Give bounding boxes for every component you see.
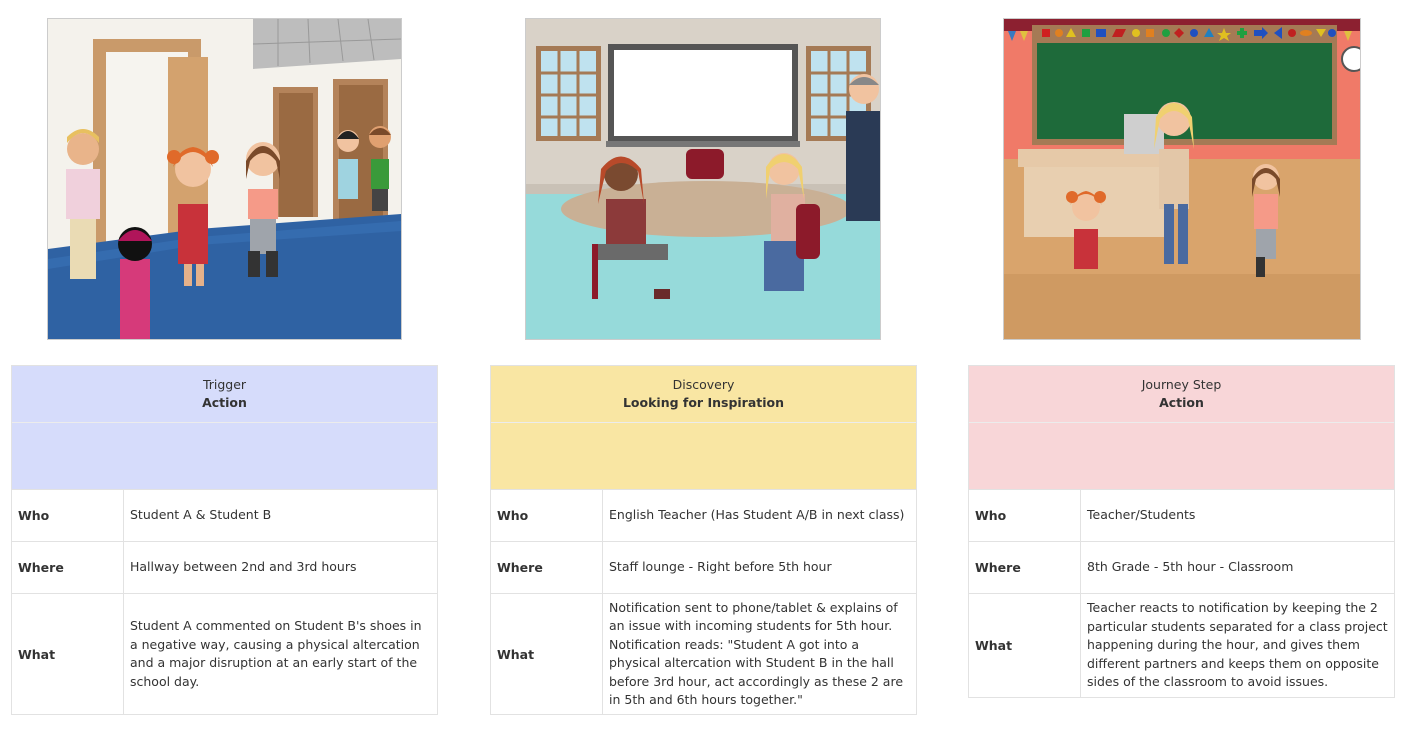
stage-label: Discovery [672,377,735,392]
where-label: Where [491,542,603,593]
what-row: What Teacher reacts to notification by k… [969,594,1394,697]
card-color-band [491,423,916,490]
who-label: Who [12,490,124,541]
stage-title: Action [1159,395,1204,410]
card-header: Discovery Looking for Inspiration [491,366,916,423]
hallway-scene-image [47,18,402,340]
who-row: Who Teacher/Students [969,490,1394,542]
journey-card-1: Trigger Action Who Student A & Student B… [11,365,438,715]
where-row: Where Hallway between 2nd and 3rd hours [12,542,437,594]
what-label: What [969,594,1081,697]
who-label: Who [969,490,1081,541]
card-color-band [12,423,437,490]
where-row: Where Staff lounge - Right before 5th ho… [491,542,916,594]
who-value: Teacher/Students [1087,507,1196,523]
journey-card-3: Journey Step Action Who Teacher/Students… [968,365,1395,698]
where-value: 8th Grade - 5th hour - Classroom [1087,559,1294,575]
card-header: Journey Step Action [969,366,1394,423]
what-row: What Notification sent to phone/tablet &… [491,594,916,714]
stage-label: Journey Step [1141,377,1222,392]
what-label: What [12,594,124,714]
what-value: Teacher reacts to notification by keepin… [1087,600,1388,690]
journey-card-2: Discovery Looking for Inspiration Who En… [490,365,917,715]
who-row: Who Student A & Student B [12,490,437,542]
stage-label: Trigger [202,377,247,392]
stage-title: Looking for Inspiration [622,395,785,410]
who-label: Who [491,490,603,541]
card-header: Trigger Action [12,366,437,423]
where-row: Where 8th Grade - 5th hour - Classroom [969,542,1394,594]
what-row: What Student A commented on Student B's … [12,594,437,714]
who-value: Student A & Student B [130,507,272,523]
stage-title: Action [202,395,247,410]
who-row: Who English Teacher (Has Student A/B in … [491,490,916,542]
what-label: What [491,594,603,714]
where-label: Where [969,542,1081,593]
staff-lounge-scene-image [525,18,881,340]
where-value: Staff lounge - Right before 5th hour [609,559,832,575]
what-value: Student A commented on Student B's shoes… [130,618,422,689]
what-value: Notification sent to phone/tablet & expl… [609,599,904,708]
where-label: Where [12,542,124,593]
classroom-scene-image [1003,18,1361,340]
card-color-band [969,423,1394,490]
who-value: English Teacher (Has Student A/B in next… [609,507,905,523]
where-value: Hallway between 2nd and 3rd hours [130,559,357,575]
